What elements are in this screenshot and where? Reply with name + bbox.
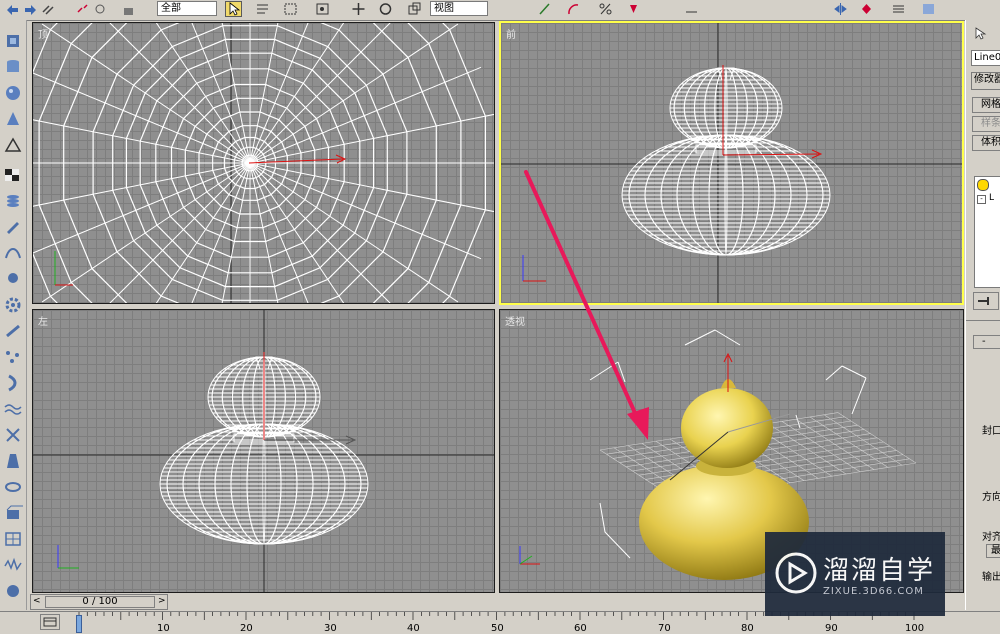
pin-stack-icon[interactable] (973, 292, 999, 310)
timeline-tick-label: 30 (324, 623, 337, 634)
watermark-title: 溜溜自学 (823, 556, 936, 586)
lightbulb-icon[interactable] (977, 179, 989, 191)
timeline-tick-label: 100 (905, 623, 925, 634)
timeline-tick-label: 60 (574, 623, 587, 634)
time-cursor[interactable] (76, 615, 82, 633)
timeline-tick-label: 10 (157, 623, 170, 634)
timeline-tick-label: 50 (491, 623, 504, 634)
time-slider-thumb[interactable]: 0 / 100 (45, 596, 155, 608)
time-slider[interactable]: 0 / 100 < > (30, 594, 168, 610)
align-min-button[interactable]: 最 (986, 544, 1000, 558)
direction-label: 方向 (982, 492, 1000, 503)
volume-button[interactable]: 体积 (972, 135, 1000, 151)
slider-prev-icon[interactable]: < (33, 596, 41, 606)
create-tab-icon[interactable] (972, 25, 989, 41)
cap-label: 封口 (982, 426, 1000, 437)
output-label: 输出 (982, 572, 1000, 583)
watermark-url: ZIXUE.3D66.COM (823, 586, 924, 597)
timeline-tick-label: 40 (407, 623, 420, 634)
align-label: 对齐 (982, 532, 1000, 543)
modifier-stack[interactable]: - L (974, 176, 1000, 288)
mesh-button[interactable]: 网格 (972, 97, 1000, 113)
object-name-field[interactable]: Line0 (971, 50, 1000, 66)
modifier-list-dropdown[interactable]: 修改器 (971, 72, 1000, 90)
timeline-tick-label: 70 (658, 623, 671, 634)
watermark-logo-icon (775, 552, 817, 594)
expand-toggle-icon[interactable]: - (977, 195, 986, 204)
timeline-tick-label: 80 (741, 623, 754, 634)
spline-button[interactable]: 样条 (972, 116, 1000, 132)
watermark: 溜溜自学 ZIXUE.3D66.COM (765, 532, 945, 616)
timeline-tick-label: 20 (240, 623, 253, 634)
stack-item-line[interactable]: L (989, 193, 994, 203)
rollout-collapse-button[interactable]: - (973, 335, 1000, 349)
command-panel: Line0 修改器 网格 样条 体积 - L - 封口 方向 对齐 最 输出 (965, 20, 1000, 610)
timeline-tick-label: 90 (825, 623, 838, 634)
slider-next-icon[interactable]: > (158, 596, 166, 606)
